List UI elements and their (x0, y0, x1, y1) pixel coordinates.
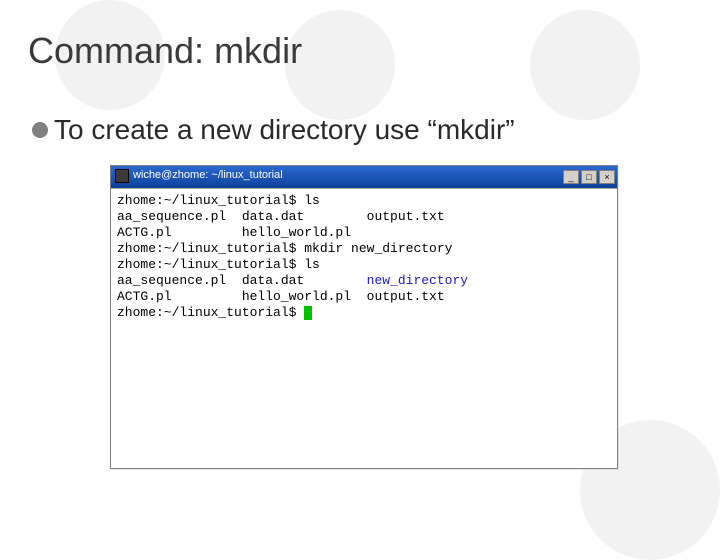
terminal-line: zhome:~/linux_tutorial$ (117, 305, 611, 321)
maximize-button[interactable]: □ (581, 170, 597, 184)
bullet-icon (32, 122, 48, 138)
bullet-row: To create a new directory use “mkdir” (0, 72, 720, 146)
terminal-text: aa_sequence.pl data.dat (117, 273, 367, 288)
cursor-icon (304, 306, 312, 320)
terminal-body: zhome:~/linux_tutorial$ ls aa_sequence.p… (111, 188, 617, 468)
slide-title: Command: mkdir (0, 0, 720, 72)
close-button[interactable]: × (599, 170, 615, 184)
titlebar: wiche@zhome: ~/linux_tutorial _ □ × (111, 166, 617, 188)
minimize-button[interactable]: _ (563, 170, 579, 184)
terminal-prompt: zhome:~/linux_tutorial$ (117, 305, 304, 320)
terminal-window: wiche@zhome: ~/linux_tutorial _ □ × zhom… (110, 165, 618, 469)
terminal-line: aa_sequence.pl data.dat new_directory (117, 273, 611, 289)
terminal-line: zhome:~/linux_tutorial$ ls (117, 193, 611, 209)
bullet-text: To create a new directory use “mkdir” (54, 114, 515, 146)
terminal-line: aa_sequence.pl data.dat output.txt (117, 209, 611, 225)
app-icon (115, 169, 129, 183)
directory-name: new_directory (367, 273, 468, 288)
terminal-line: zhome:~/linux_tutorial$ mkdir new_direct… (117, 241, 611, 257)
terminal-line: zhome:~/linux_tutorial$ ls (117, 257, 611, 273)
terminal-line: ACTG.pl hello_world.pl output.txt (117, 289, 611, 305)
window-title: wiche@zhome: ~/linux_tutorial (133, 169, 283, 181)
terminal-line: ACTG.pl hello_world.pl (117, 225, 611, 241)
